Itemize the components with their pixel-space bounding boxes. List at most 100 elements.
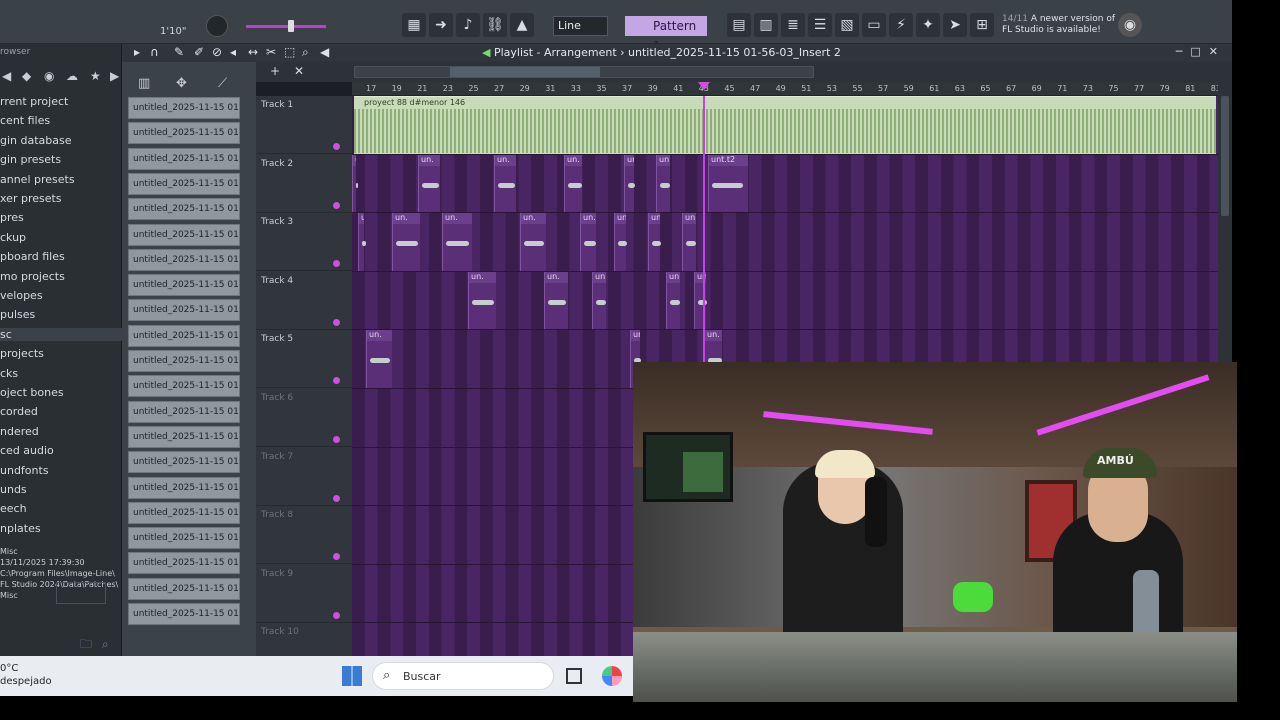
browser-item[interactable]: oject bones [0, 386, 64, 399]
task-view-icon[interactable] [566, 668, 582, 684]
browser-icon[interactable]: ▭ [862, 13, 886, 37]
clip-source-item[interactable]: untitled_2025-11-15 01-... [128, 476, 240, 499]
clip-source-item[interactable]: untitled_2025-11-15 01-... [128, 97, 240, 119]
pencil-icon[interactable]: ⟋ [218, 76, 227, 91]
clip-source-item[interactable]: untitled_2025-11-15 01-... [128, 400, 240, 423]
draw-icon[interactable]: ♪ [456, 13, 480, 37]
close-icon[interactable]: ✕ [294, 64, 304, 78]
track-mute-dot[interactable] [333, 201, 340, 209]
track-mute-dot[interactable] [333, 260, 340, 268]
play-arrow-icon[interactable]: ▸ [134, 45, 140, 59]
link-icon[interactable]: ⛓ [483, 13, 507, 37]
speaker-icon[interactable]: ◀ [320, 45, 329, 59]
globe-icon[interactable]: ◉ [1118, 13, 1142, 37]
browser-item[interactable]: gin database [0, 134, 72, 147]
clip-source-item[interactable]: untitled_2025-11-15 01-... [128, 299, 240, 322]
slider-thumb[interactable] [288, 20, 294, 32]
track-header[interactable]: Track 9 [256, 565, 352, 623]
track-header[interactable]: Track 4 [256, 272, 352, 330]
shop-icon[interactable]: ⊞ [970, 13, 994, 37]
maximize-icon[interactable]: □ [1190, 45, 1208, 58]
browser-item[interactable]: projects [0, 347, 44, 360]
browser-item[interactable]: eech [0, 502, 27, 515]
delete-icon[interactable]: ⊘ [212, 45, 222, 59]
lane[interactable] [352, 272, 1218, 331]
browser-item[interactable]: unds [0, 483, 27, 496]
clip-source-item[interactable]: untitled_2025-11-15 01-... [128, 501, 240, 524]
wizard-icon[interactable]: ✦ [916, 13, 940, 37]
clip-source-item[interactable]: untitled_2025-11-15 01-... [128, 198, 240, 221]
move-icon[interactable]: ✥ [176, 76, 187, 91]
arrow-right-icon[interactable]: ➜ [429, 13, 453, 37]
browser-item[interactable]: mo projects [0, 270, 65, 283]
clip-source-item[interactable]: untitled_2025-11-15 01-... [128, 552, 240, 575]
snap-select[interactable]: Line [553, 16, 608, 36]
browser-item[interactable]: gin presets [0, 153, 61, 166]
timeline-ruler[interactable]: 1719212325272931333537394143454749515355… [352, 82, 1221, 96]
browser-item[interactable]: nplates [0, 522, 41, 535]
clip-source-item[interactable]: untitled_2025-11-15 01-... [128, 248, 240, 271]
clip-source-item[interactable]: untitled_2025-11-15 01-... [128, 350, 240, 372]
clip-source-item[interactable]: untitled_2025-11-15 01-... [128, 223, 240, 246]
mute-icon[interactable]: ◂ [230, 45, 236, 59]
browser-item[interactable]: pulses [0, 308, 35, 321]
send-icon[interactable]: ➤ [943, 13, 967, 37]
clip-source-item[interactable]: untitled_2025-11-15 01-... [128, 122, 240, 145]
track-mute-dot[interactable] [333, 436, 340, 443]
zoom-icon[interactable]: ⌕ [302, 45, 309, 60]
track-header[interactable]: Track 8 [256, 506, 352, 565]
add-icon[interactable]: + [270, 64, 280, 78]
track-header[interactable]: Track 7 [256, 448, 352, 506]
track-header[interactable]: Track 1 [256, 96, 352, 154]
track-header[interactable]: Track 2 [256, 155, 352, 213]
plugin-icon[interactable]: ▧ [835, 13, 859, 37]
browser-item[interactable]: sc [0, 327, 122, 341]
browser-item[interactable]: annel presets [0, 173, 75, 186]
browser-item[interactable]: corded [0, 405, 38, 418]
clip-source-item[interactable]: untitled_2025-11-15 01-... [128, 527, 240, 550]
clip-source-item[interactable]: untitled_2025-11-15 01-... [128, 451, 240, 474]
taskbar-search[interactable]: ⌕ Buscar [372, 662, 554, 690]
slice-icon[interactable]: ✂ [266, 45, 276, 59]
channel-rack-icon[interactable]: ≣ [781, 13, 805, 37]
track-mute-dot[interactable] [333, 143, 340, 150]
audio-clip[interactable]: proyect 88 d#menor 146 [354, 96, 1216, 154]
piano-icon[interactable]: ▥ [138, 76, 150, 91]
brush-icon[interactable]: ✐ [194, 45, 204, 59]
browser-item[interactable]: rrent project [0, 95, 68, 108]
track-mute-dot[interactable] [333, 318, 340, 326]
scroll-thumb[interactable] [1221, 96, 1229, 216]
search-icon[interactable]: ⌕ [102, 637, 109, 651]
master-pitch-slider[interactable] [246, 20, 326, 32]
clip-source-item[interactable]: untitled_2025-11-15 01-... [128, 147, 240, 170]
close-icon[interactable]: ✕ [1209, 45, 1226, 58]
browser-item[interactable]: velopes [0, 289, 43, 302]
playlist-icon[interactable]: ▤ [727, 13, 751, 37]
browser-item[interactable]: pres [0, 211, 24, 224]
browser-item[interactable]: xer presets [0, 192, 62, 205]
pencil-icon[interactable]: ✎ [174, 45, 184, 59]
track-mute-dot[interactable] [333, 377, 340, 385]
browser-item[interactable]: cent files [0, 114, 50, 127]
clip-source-item[interactable]: untitled_2025-11-15 01-... [128, 324, 240, 347]
folder-icon[interactable]: 🗀 [80, 637, 92, 651]
browser-item[interactable]: pboard files [0, 250, 65, 263]
magnet-icon[interactable]: ∩ [150, 45, 159, 59]
minimize-icon[interactable]: ─ [1176, 45, 1191, 58]
clip-source-item[interactable]: untitled_2025-11-15 01-... [128, 375, 240, 398]
back-icon[interactable]: ◆ [22, 69, 31, 83]
overview-window[interactable] [450, 67, 600, 77]
browser-item[interactable]: cks [0, 367, 18, 380]
browser-item[interactable]: undfonts [0, 464, 49, 477]
lane-1[interactable]: proyect 88 d#menor 146 [352, 96, 1218, 155]
lane[interactable] [352, 155, 1218, 214]
audio-icon[interactable]: ◉ [44, 69, 54, 83]
mixer-icon[interactable]: ☰ [808, 13, 832, 37]
track-header[interactable]: Track 6 [256, 389, 352, 447]
weather-widget[interactable]: 0°C despejado [0, 662, 52, 688]
cloud-icon[interactable]: ☁ [66, 69, 78, 83]
update-notice[interactable]: 14/11 A newer version of FL Studio is av… [1002, 14, 1120, 36]
track-mute-dot[interactable] [333, 553, 340, 561]
more-icon[interactable]: ▶ [110, 69, 119, 83]
slip-icon[interactable]: ↔ [248, 45, 258, 59]
